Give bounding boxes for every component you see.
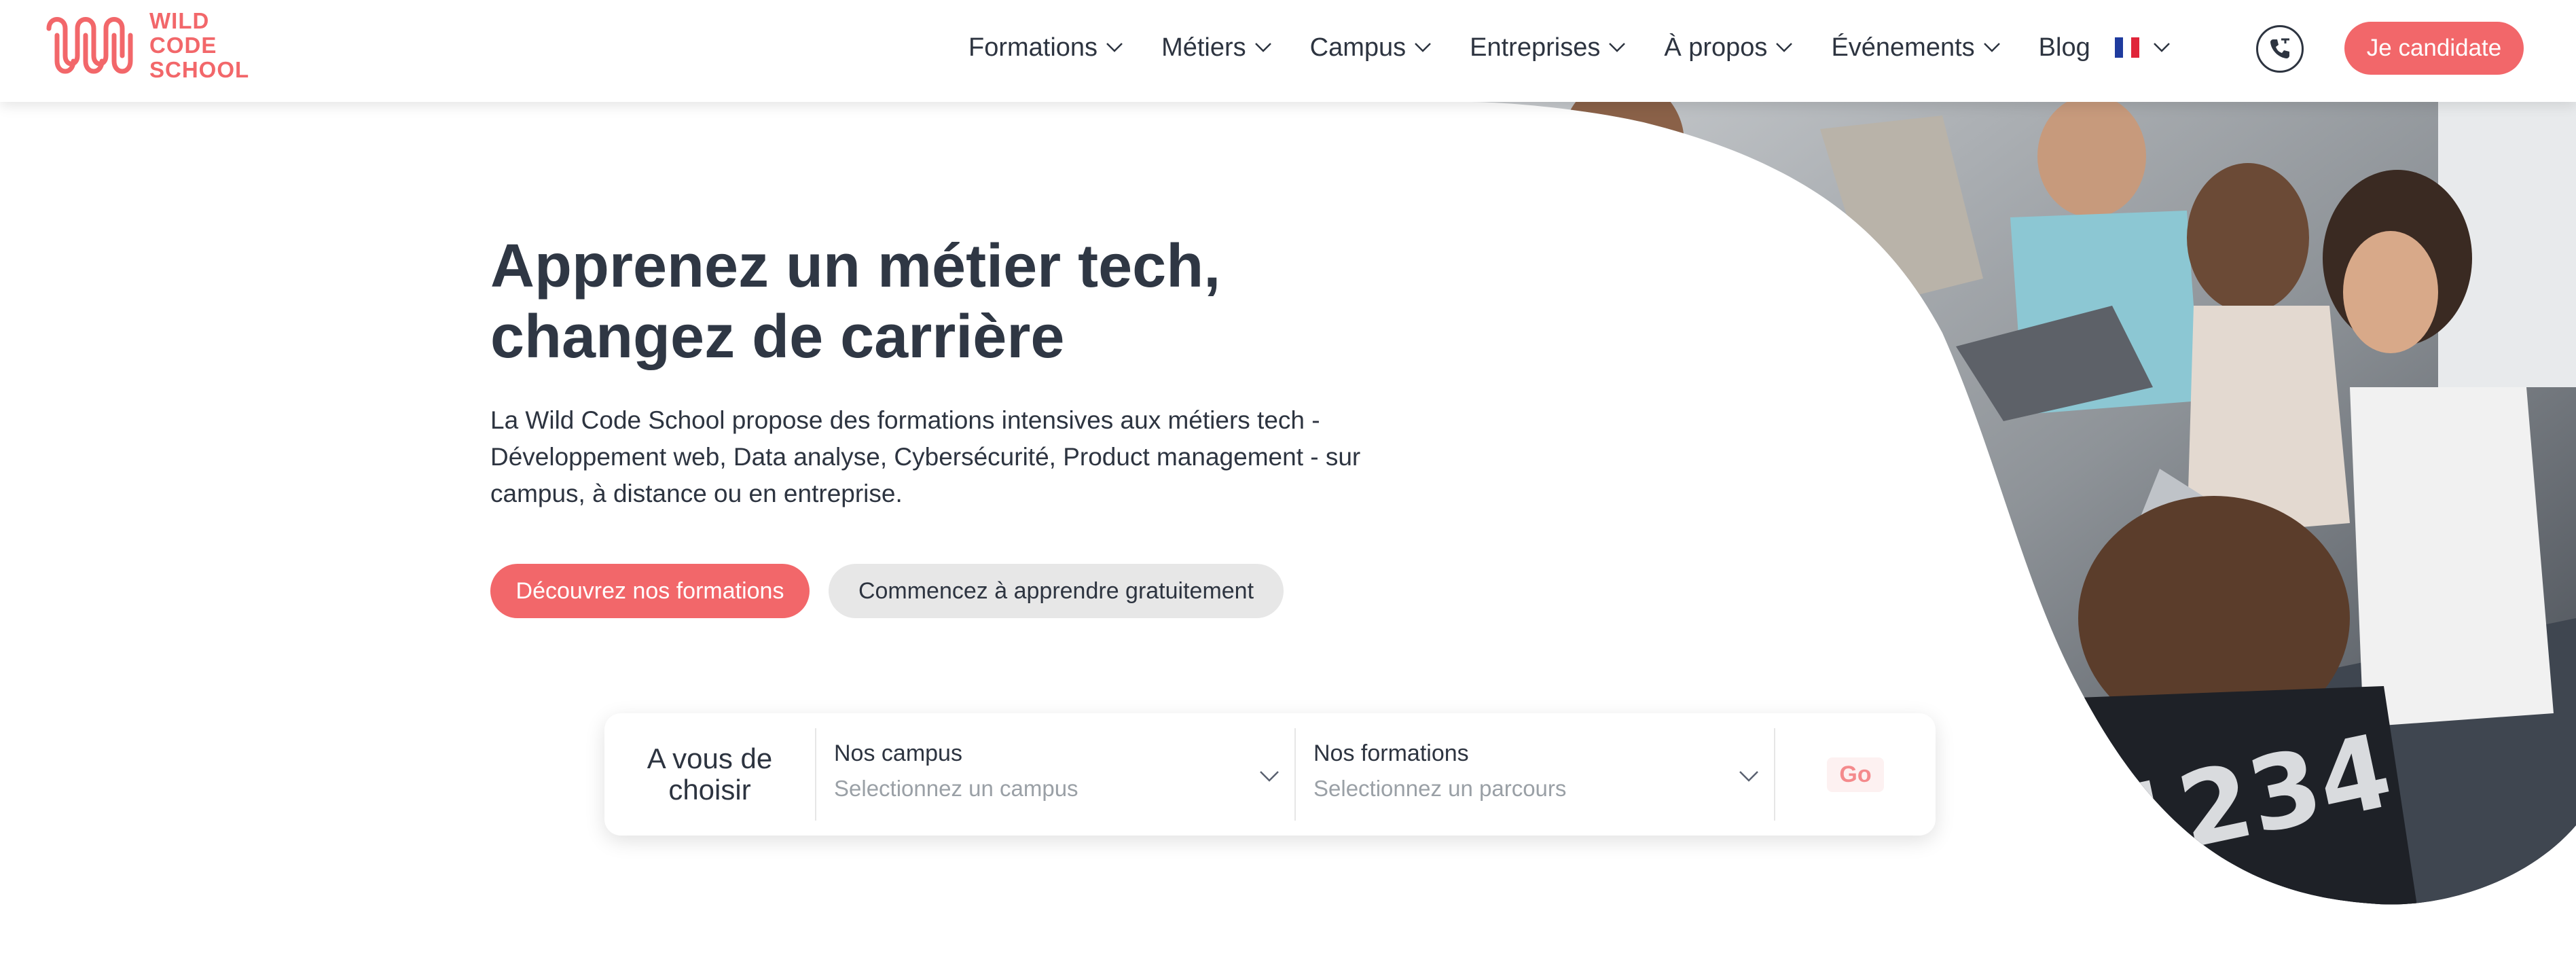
logo-wave-icon <box>46 17 133 74</box>
go-button-label: Go <box>1827 757 1884 792</box>
formations-select-label: Nos formations <box>1313 740 1469 766</box>
nav-item-evenements[interactable]: Événements <box>1831 33 2000 62</box>
hero-description-line-3: campus, à distance ou en entreprise. <box>490 480 903 507</box>
search-intro-line-1: A vous de <box>647 742 773 774</box>
chevron-down-icon <box>1415 43 1432 52</box>
discover-formations-button[interactable]: Découvrez nos formations <box>490 564 810 618</box>
nav-item-label: Événements <box>1831 33 1975 62</box>
campus-select-placeholder: Selectionnez un campus <box>834 776 1078 801</box>
french-flag-icon <box>2114 37 2139 58</box>
campus-select[interactable]: Nos campus Selectionnez un campus <box>816 728 1296 821</box>
apply-button[interactable]: Je candidate <box>2344 22 2524 75</box>
hero-description: La Wild Code School propose des formatio… <box>490 402 1400 512</box>
chevron-down-icon <box>1776 43 1793 52</box>
nav-item-label: Entreprises <box>1470 33 1601 62</box>
search-intro: A vous de choisir <box>604 728 816 821</box>
hero-title: Apprenez un métier tech, changez de carr… <box>490 231 1373 372</box>
logo-line-3: SCHOOL <box>149 57 250 82</box>
logo-line-2: CODE <box>149 33 217 58</box>
logo-wordmark: WILD CODE SCHOOL <box>149 9 249 82</box>
go-button[interactable]: Go <box>1775 713 1936 836</box>
chevron-down-icon <box>1260 771 1279 782</box>
program-search-bar: A vous de choisir Nos campus Selectionne… <box>604 713 1936 836</box>
hero-description-line-2: Développement web, Data analyse, Cybersé… <box>490 443 1361 471</box>
formations-select-placeholder: Selectionnez un parcours <box>1313 776 1567 801</box>
logo-line-1: WILD <box>149 8 210 33</box>
nav-item-a-propos[interactable]: À propos <box>1664 33 1793 62</box>
chevron-down-icon <box>2153 43 2170 52</box>
nav-item-label: Formations <box>968 33 1098 62</box>
nav-item-label: Blog <box>2038 33 2090 62</box>
nav-item-campus[interactable]: Campus <box>1310 33 1432 62</box>
phone-icon <box>2270 38 2289 58</box>
nav-item-label: Campus <box>1309 33 1407 62</box>
language-selector[interactable] <box>2114 37 2171 58</box>
site-header: WILD CODE SCHOOL Formations Métiers Camp… <box>0 0 2576 102</box>
chevron-down-icon <box>1609 43 1626 52</box>
nav-item-entreprises[interactable]: Entreprises <box>1470 33 1626 62</box>
nav-item-blog[interactable]: Blog <box>2039 33 2090 62</box>
nav-item-label: Métiers <box>1161 33 1246 62</box>
search-intro-line-2: choisir <box>668 774 751 806</box>
nav-item-formations[interactable]: Formations <box>968 33 1123 62</box>
chevron-down-icon <box>1739 771 1758 782</box>
nav-item-label: À propos <box>1664 33 1768 62</box>
learn-free-button[interactable]: Commencez à apprendre gratuitement <box>829 564 1284 618</box>
wild-code-school-logo[interactable]: WILD CODE SCHOOL <box>42 8 249 83</box>
hero-title-line-1: Apprenez un métier tech, <box>490 232 1221 300</box>
hero-title-line-2: changez de carrière <box>490 303 1065 371</box>
formations-select[interactable]: Nos formations Selectionnez un parcours <box>1296 728 1775 821</box>
nav-item-metiers[interactable]: Métiers <box>1161 33 1272 62</box>
chevron-down-icon <box>1254 43 1271 52</box>
main-nav: Formations Métiers Campus Entreprises À … <box>968 0 2217 95</box>
chevron-down-icon <box>1106 43 1123 52</box>
chevron-down-icon <box>1983 43 2000 52</box>
hero-description-line-1: La Wild Code School propose des formatio… <box>490 406 1320 434</box>
campus-select-label: Nos campus <box>834 740 962 766</box>
phone-button[interactable] <box>2256 25 2304 73</box>
